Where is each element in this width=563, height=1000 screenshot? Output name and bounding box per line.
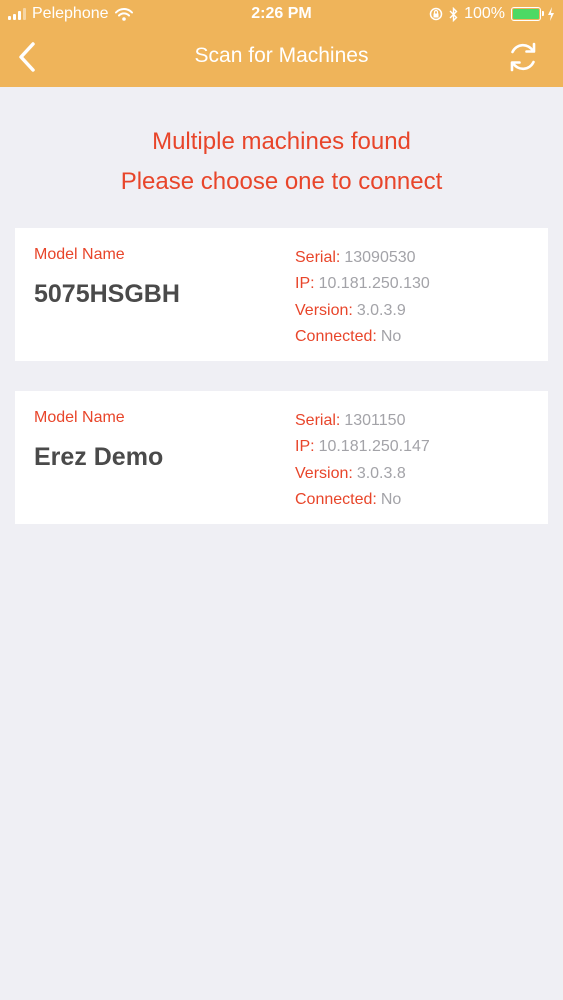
ip-row: IP: 10.181.250.147 [295,434,430,460]
ip-row: IP: 10.181.250.130 [295,271,430,297]
charging-icon [548,7,554,21]
serial-row: Serial: 13090530 [295,245,430,271]
version-row: Version: 3.0.3.8 [295,461,430,487]
connected-row: Connected: No [295,324,430,350]
connected-label: Connected: [295,490,377,508]
machine-details: Serial: 1301150 IP: 10.181.250.147 Version… [295,408,430,513]
status-message: Multiple machines found Please choose on… [0,122,563,202]
connected-label: Connected: [295,327,377,345]
machine-details: Serial: 13090530 IP: 10.181.250.130 Versio… [295,245,430,350]
model-name: Erez Demo [34,443,164,471]
battery-icon [511,7,544,21]
version-value: 3.0.3.9 [356,301,406,319]
connected-value: No [380,327,402,345]
message-line-2: Please choose one to connect [120,168,443,195]
model-name-label: Model Name [34,246,125,263]
connected-value: No [380,490,402,508]
serial-value: 1301150 [344,412,406,429]
model-name: 5075HSGBH [34,280,180,308]
bluetooth-icon [449,6,458,22]
refresh-button[interactable] [503,37,543,77]
ip-value: 10.181.250.130 [318,275,430,293]
message-line-1: Multiple machines found [152,128,411,155]
battery-percent: 100% [464,5,505,22]
ip-label: IP: [295,275,315,293]
machine-card[interactable]: Model Name 5075HSGBH Serial: 13090530 IP:… [15,228,548,361]
ip-value: 10.181.250.147 [318,438,430,456]
page-title: Scan for Machines [194,44,369,67]
serial-value: 13090530 [344,249,416,266]
battery-fill [513,9,539,19]
serial-label: Serial: [295,412,341,429]
version-label: Version: [295,301,353,319]
serial-row: Serial: 1301150 [295,408,430,434]
status-bar: Pelephone 2:26 PM 100% [0,0,563,30]
version-row: Version: 3.0.3.9 [295,298,430,324]
serial-label: Serial: [295,249,341,266]
version-label: Version: [295,464,353,482]
navigation-header: Pelephone 2:26 PM 100% Scan for Machines [0,0,563,87]
model-name-label: Model Name [34,409,125,426]
status-right: 100% [429,5,555,23]
refresh-icon [510,42,536,72]
version-value: 3.0.3.8 [356,464,406,482]
rotation-lock-icon [429,7,443,21]
connected-row: Connected: No [295,487,430,513]
machine-card[interactable]: Model Name Erez Demo Serial: 1301150 IP: 1… [15,391,548,524]
ip-label: IP: [295,438,315,456]
